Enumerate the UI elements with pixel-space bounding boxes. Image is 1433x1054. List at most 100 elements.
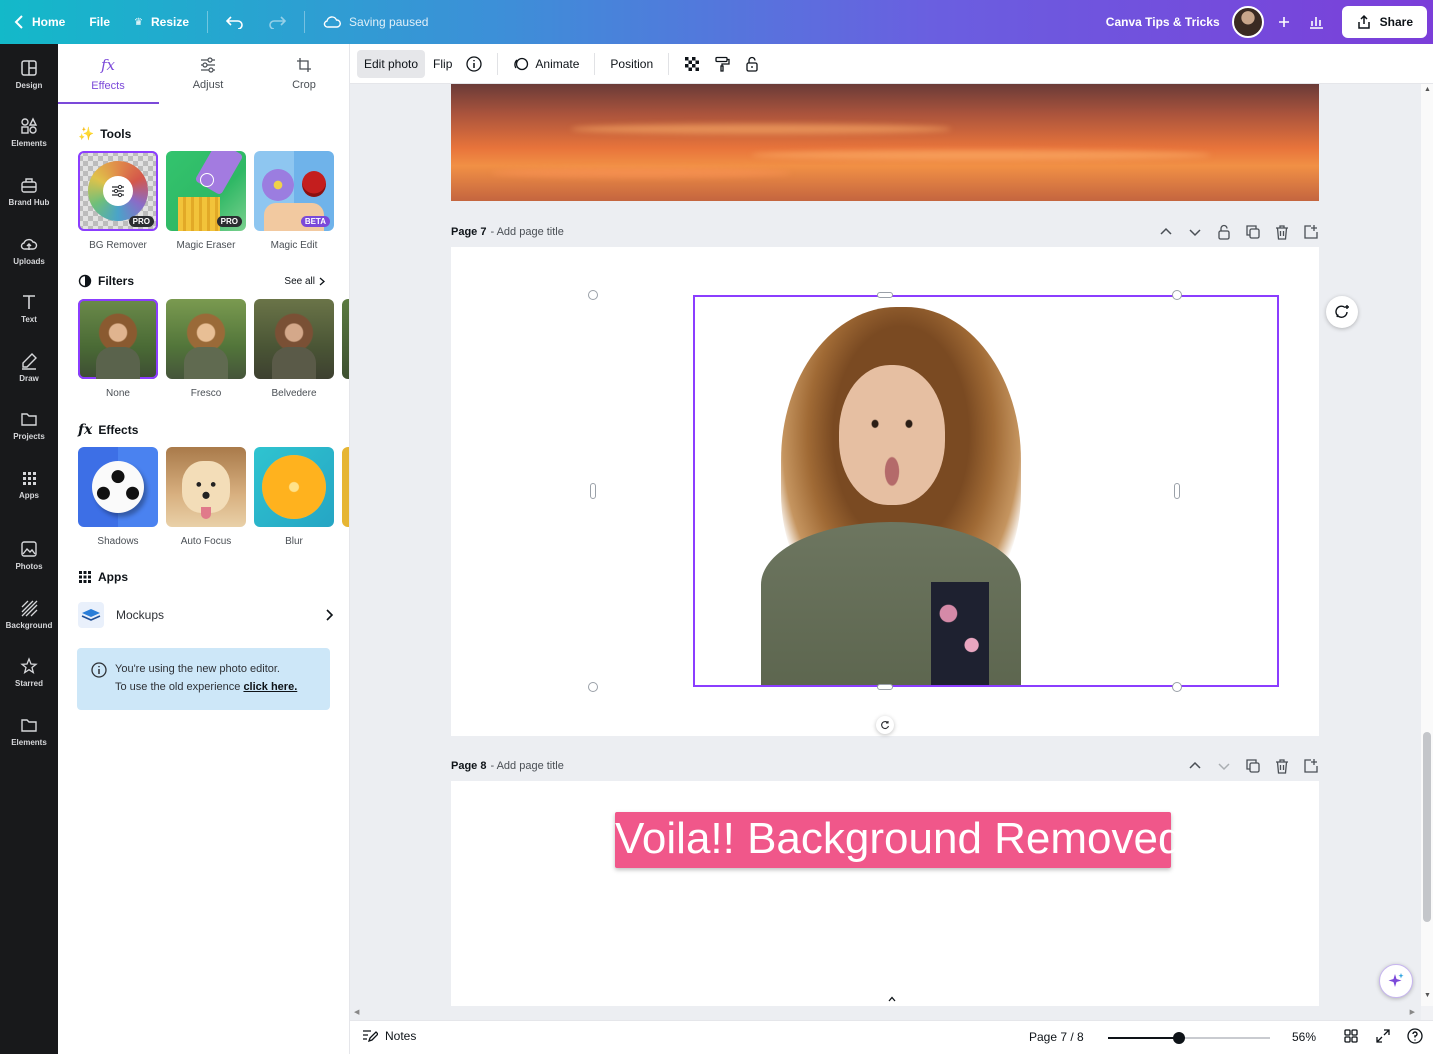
redo-button[interactable] — [256, 0, 298, 44]
animate-button[interactable]: Animate — [506, 50, 586, 78]
chevron-down-icon[interactable] — [1187, 224, 1203, 240]
zoom-slider-handle[interactable] — [1173, 1032, 1186, 1044]
chevron-up-icon[interactable] — [1187, 758, 1203, 774]
pro-badge: PRO — [216, 216, 242, 227]
resize-handle-top[interactable] — [877, 292, 893, 298]
position-button[interactable]: Position — [603, 50, 660, 78]
voila-text-banner[interactable]: Voila!! Background Removed — [615, 812, 1182, 868]
flip-button[interactable]: Flip — [426, 50, 459, 78]
scroll-down-arrow[interactable]: ▼ — [1424, 992, 1431, 999]
zoom-level-button[interactable]: 56% — [1292, 1030, 1316, 1044]
notes-button[interactable]: Notes — [362, 1029, 416, 1043]
rail-item-design[interactable]: Design — [0, 48, 58, 100]
divider — [207, 11, 209, 33]
transparency-button[interactable] — [677, 50, 707, 78]
resize-handle-bottom-left[interactable] — [588, 682, 598, 692]
resize-handle-right[interactable] — [1174, 483, 1180, 499]
design-canvas[interactable]: Page 7 - Add page title Page 8 - Add pag… — [350, 84, 1421, 1006]
filters-see-all-link[interactable]: See all — [284, 276, 325, 287]
page-8-title-input[interactable]: - Add page title — [490, 760, 563, 772]
undo-button[interactable] — [214, 0, 256, 44]
page-7-title-input[interactable]: - Add page title — [490, 226, 563, 238]
vertical-scrollbar-thumb[interactable] — [1423, 732, 1431, 922]
rail-item-projects[interactable]: Projects — [0, 399, 58, 451]
rail-item-background[interactable]: Background — [0, 588, 58, 640]
horizontal-scrollbar[interactable]: ◀ ▶ — [350, 1006, 1421, 1020]
help-icon[interactable] — [1407, 1028, 1423, 1044]
context-toolbar: Edit photo Flip Animate Position — [350, 44, 1433, 84]
magic-assistant-button[interactable] — [1379, 964, 1413, 998]
add-page-icon[interactable] — [1303, 224, 1319, 240]
edit-photo-button[interactable]: Edit photo — [357, 49, 426, 78]
resize-handle-bottom-right[interactable] — [1172, 682, 1182, 692]
scroll-left-arrow[interactable]: ◀ — [354, 1008, 359, 1016]
rail-item-draw[interactable]: Draw — [0, 341, 58, 393]
add-people-button[interactable] — [1270, 0, 1298, 44]
avatar[interactable] — [1231, 6, 1264, 38]
rail-label: Brand Hub — [8, 197, 50, 207]
copy-style-button[interactable] — [707, 50, 737, 78]
dog-tongue — [201, 507, 211, 519]
add-page-icon[interactable] — [1303, 758, 1319, 774]
rotate-handle[interactable] — [876, 716, 894, 734]
zoom-slider[interactable] — [1108, 1032, 1270, 1044]
rail-item-apps[interactable]: Apps — [0, 458, 58, 510]
effect-auto-focus-tile[interactable] — [166, 447, 246, 527]
resize-button[interactable]: ♛ Resize — [122, 0, 201, 44]
resize-handle-bottom[interactable] — [877, 684, 893, 690]
selection-box[interactable] — [693, 295, 1279, 687]
tab-crop[interactable]: Crop — [254, 44, 349, 104]
effect-blur-tile[interactable] — [254, 447, 334, 527]
vertical-scrollbar[interactable]: ▲ ▼ — [1421, 84, 1433, 1006]
rail-item-elements[interactable]: Elements — [0, 106, 58, 158]
filter-fresco-tile[interactable] — [166, 299, 246, 379]
mockups-app-row[interactable]: Mockups — [78, 600, 334, 630]
effect-shadows-tile[interactable] — [78, 447, 158, 527]
zoom-slider-fill — [1108, 1037, 1180, 1039]
resize-handle-top-left[interactable] — [588, 290, 598, 300]
duplicate-icon[interactable] — [1245, 224, 1261, 240]
scroll-up-arrow[interactable]: ▲ — [1424, 86, 1431, 93]
rail-item-elements-folder[interactable]: Elements — [0, 705, 58, 757]
resize-handle-top-right[interactable] — [1172, 290, 1182, 300]
page-indicator-button[interactable]: Page 7 / 8 — [1029, 1030, 1084, 1044]
page-6-sunset-image[interactable] — [451, 84, 1319, 201]
share-button[interactable]: Share — [1341, 6, 1427, 38]
page-7[interactable] — [451, 247, 1319, 736]
sparkle-icon — [1388, 973, 1404, 987]
rail-item-brand-hub[interactable]: Brand Hub — [0, 165, 58, 217]
rail-item-photos[interactable]: Photos — [0, 529, 58, 581]
tab-effects[interactable]: fx Effects — [58, 44, 158, 104]
insights-button[interactable] — [1298, 0, 1334, 44]
magic-edit-tile[interactable]: BETA — [254, 151, 334, 231]
filter-partial-tile[interactable] — [342, 299, 349, 379]
comment-button[interactable] — [1326, 296, 1358, 328]
old-experience-link[interactable]: click here. — [243, 681, 297, 693]
unlock-icon[interactable] — [1216, 224, 1232, 240]
fullscreen-icon[interactable] — [1375, 1028, 1391, 1044]
page-scroll-up-tab[interactable] — [864, 992, 920, 1006]
trash-icon[interactable] — [1274, 224, 1290, 240]
scroll-right-arrow[interactable]: ▶ — [1410, 1008, 1415, 1016]
effect-partial-tile[interactable] — [342, 447, 349, 527]
filter-belvedere-tile[interactable] — [254, 299, 334, 379]
file-menu[interactable]: File — [77, 0, 122, 44]
rail-item-uploads[interactable]: Uploads — [0, 224, 58, 276]
home-button[interactable]: Home — [0, 0, 77, 44]
lock-button[interactable] — [737, 50, 767, 78]
chevron-up-icon[interactable] — [1158, 224, 1174, 240]
duplicate-icon[interactable] — [1245, 758, 1261, 774]
tab-adjust[interactable]: Adjust — [158, 44, 258, 104]
filter-none-tile[interactable] — [78, 299, 158, 379]
image-info-button[interactable] — [459, 50, 489, 78]
bg-remover-tile[interactable]: PRO — [78, 151, 158, 231]
rail-item-text[interactable]: Text — [0, 282, 58, 334]
chevron-down-icon[interactable] — [1216, 758, 1232, 774]
magic-eraser-tile[interactable]: PRO — [166, 151, 246, 231]
rail-item-starred[interactable]: Starred — [0, 646, 58, 698]
resize-handle-left[interactable] — [590, 483, 596, 499]
trash-icon[interactable] — [1274, 758, 1290, 774]
effects-heading-label: Effects — [98, 423, 139, 437]
grid-view-icon[interactable] — [1343, 1028, 1359, 1044]
team-name-button[interactable]: Canva Tips & Tricks — [1094, 0, 1232, 44]
